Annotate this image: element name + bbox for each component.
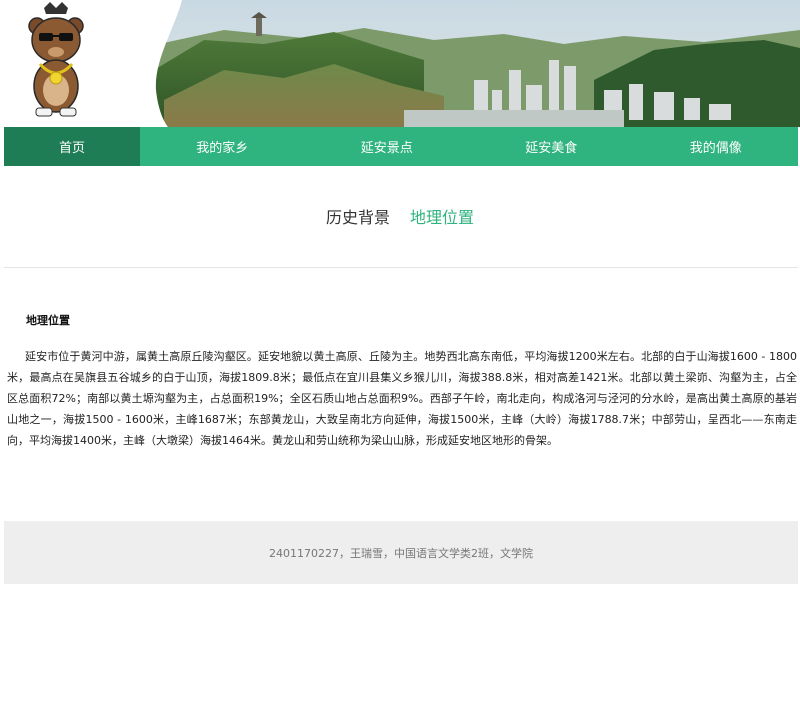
footer: 2401170227，王瑞雪，中国语言文学类2班，文学院 [4,521,798,584]
content-tabs: 历史背景 地理位置 [0,200,800,236]
nav-item-idol[interactable]: 我的偶像 [634,127,799,166]
nav-item-hometown[interactable]: 我的家乡 [140,127,305,166]
section-title: 地理位置 [26,314,70,327]
main-nav: 首页 我的家乡 延安景点 延安美食 我的偶像 [4,127,798,166]
nav-item-food[interactable]: 延安美食 [469,127,634,166]
tab-geography[interactable]: 地理位置 [410,200,474,236]
article-body: 延安市位于黄河中游，属黄土高原丘陵沟壑区。延安地貌以黄土高原、丘陵为主。地势西北… [7,350,797,447]
footer-text: 2401170227，王瑞雪，中国语言文学类2班，文学院 [269,546,533,560]
nav-item-attractions[interactable]: 延安景点 [305,127,470,166]
header-banner [4,0,800,127]
page: 首页 我的家乡 延安景点 延安美食 我的偶像 历史背景 地理位置 地理位置 延安… [0,0,800,716]
tab-history[interactable]: 历史背景 [326,200,390,236]
divider [4,267,798,268]
banner-image [4,0,800,127]
nav-item-home[interactable]: 首页 [4,127,140,166]
